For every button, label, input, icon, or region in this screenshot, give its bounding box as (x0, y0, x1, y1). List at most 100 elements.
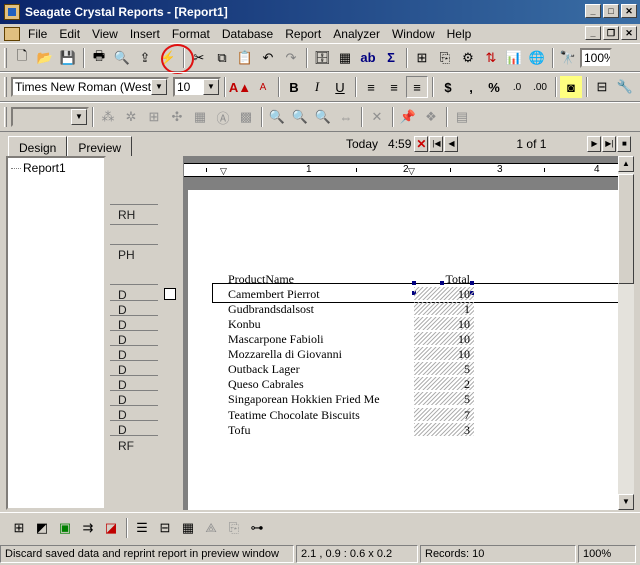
search-icon[interactable]: 🔭 (557, 47, 579, 69)
map-icon[interactable]: 🌐 (526, 47, 548, 69)
zoom-in-icon[interactable]: 🔍 (289, 106, 311, 128)
list-icon[interactable]: ☰ (131, 517, 153, 539)
product-name-cell[interactable]: Singaporean Hokkien Fried Me (228, 392, 408, 406)
new-icon[interactable]: 🗋 (11, 47, 33, 69)
align-right-icon[interactable]: ≡ (406, 76, 428, 98)
tab-preview[interactable]: Preview (67, 136, 133, 157)
menu-format[interactable]: Format (166, 27, 216, 41)
print-icon[interactable]: 🖶 (88, 47, 110, 69)
insert-line-icon[interactable]: ⇉ (77, 517, 99, 539)
chevron-down-icon[interactable]: ▼ (203, 79, 219, 95)
next-page-icon[interactable]: ▶ (587, 136, 602, 152)
tab-stop-icon[interactable]: ▽ (220, 166, 227, 177)
decrease-font-icon[interactable]: A (252, 76, 274, 98)
menu-database[interactable]: Database (216, 27, 279, 41)
maximize-button[interactable]: □ (603, 4, 619, 18)
doc-close-button[interactable]: ✕ (621, 26, 637, 40)
stop-icon[interactable]: ■ (617, 136, 632, 152)
redo-icon[interactable]: ↷ (280, 47, 302, 69)
database-icon[interactable]: 🗄 (311, 47, 333, 69)
sort-order-icon[interactable]: ⇅ (480, 47, 502, 69)
text-object-icon[interactable]: Ⓐ (212, 106, 234, 128)
italic-icon[interactable]: I (306, 76, 328, 98)
insert-text-icon[interactable]: ◩ (31, 517, 53, 539)
size-icon[interactable]: ⇔ (335, 106, 357, 128)
minimize-button[interactable]: _ (585, 4, 601, 18)
total-cell[interactable]: 10 (414, 332, 474, 346)
resize-handle[interactable] (412, 281, 416, 285)
chart-icon[interactable]: 📊 (503, 47, 525, 69)
product-name-cell[interactable]: Queso Cabrales (228, 377, 304, 391)
bold-icon[interactable]: B (283, 76, 305, 98)
scroll-thumb[interactable] (618, 174, 634, 284)
ole-object-icon[interactable]: ⎘ (223, 517, 245, 539)
grid-icon[interactable]: ⊞ (143, 106, 165, 128)
table-icon[interactable]: ▤ (451, 106, 473, 128)
menu-edit[interactable]: Edit (53, 27, 86, 41)
first-page-icon[interactable]: |◀ (429, 136, 444, 152)
zoom-icon[interactable]: 🔍 (266, 106, 288, 128)
section-rf[interactable]: RF (118, 439, 166, 453)
insert-group-icon[interactable]: ⊞ (411, 47, 433, 69)
snap-icon[interactable]: ✲ (120, 106, 142, 128)
chart-expert-icon[interactable]: ⟁ (200, 517, 222, 539)
doc-restore-button[interactable]: ❐ (603, 26, 619, 40)
chevron-down-icon[interactable]: ▼ (151, 79, 167, 95)
align-objects-icon[interactable]: ⁂ (97, 106, 119, 128)
resize-handle[interactable] (470, 281, 474, 285)
box-icon[interactable]: ▦ (189, 106, 211, 128)
object-combo[interactable]: ▼ (11, 107, 89, 127)
total-cell[interactable]: 10 (414, 317, 474, 331)
product-name-cell[interactable]: Teatime Chocolate Biscuits (228, 408, 360, 422)
close-button[interactable]: ✕ (621, 4, 637, 18)
align-center-icon[interactable]: ≡ (383, 76, 405, 98)
product-name-cell[interactable]: Konbu (228, 317, 261, 331)
paste-icon[interactable]: 📋 (234, 47, 256, 69)
section-ph[interactable]: PH (118, 248, 166, 262)
undo-icon[interactable]: ↶ (257, 47, 279, 69)
total-cell[interactable]: 10 (414, 347, 474, 361)
insert-summary-icon[interactable]: Σ (380, 47, 402, 69)
menu-report[interactable]: Report (279, 27, 327, 41)
product-name-cell[interactable]: Mascarpone Fabioli (228, 332, 324, 346)
font-size-combo[interactable]: 10 ▼ (173, 77, 221, 97)
product-name-cell[interactable]: Camembert Pierrot (228, 287, 320, 301)
menu-help[interactable]: Help (441, 27, 478, 41)
resize-handle[interactable] (440, 281, 444, 285)
close-icon[interactable]: ✕ (414, 136, 429, 152)
hierarchy-icon[interactable]: ⊶ (246, 517, 268, 539)
cross-tab-icon[interactable]: ⊟ (154, 517, 176, 539)
product-name-cell[interactable]: Tofu (228, 423, 251, 437)
menu-window[interactable]: Window (386, 27, 441, 41)
table-icon[interactable]: ▦ (177, 517, 199, 539)
document-icon[interactable] (4, 26, 20, 41)
decimal-add-icon[interactable]: .0 (506, 76, 528, 98)
insert-field-icon[interactable]: ▦ (334, 47, 356, 69)
highlight-icon[interactable]: ◙ (560, 76, 582, 98)
total-cell[interactable]: 5 (414, 362, 474, 376)
product-name-cell[interactable]: Gudbrandsdalsost (228, 302, 314, 316)
scroll-down-icon[interactable]: ▼ (618, 494, 634, 510)
insert-text-icon[interactable]: ab (357, 47, 379, 69)
layer-icon[interactable]: ❖ (420, 106, 442, 128)
menu-view[interactable]: View (86, 27, 124, 41)
export-icon[interactable]: ⇪ (134, 47, 156, 69)
total-cell[interactable]: 7 (414, 408, 474, 422)
decimal-remove-icon[interactable]: .00 (529, 76, 551, 98)
total-cell[interactable]: 2 (414, 377, 474, 391)
scroll-up-icon[interactable]: ▲ (618, 156, 634, 172)
font-name-combo[interactable]: Times New Roman (Western) ▼ (11, 77, 169, 97)
tree-node-report1[interactable]: Report1 (11, 161, 101, 175)
insert-picture-icon[interactable]: ▣ (54, 517, 76, 539)
percent-icon[interactable]: % (483, 76, 505, 98)
open-icon[interactable]: 📂 (34, 47, 56, 69)
underline-icon[interactable]: U (329, 76, 351, 98)
pin-icon[interactable]: 📌 (397, 106, 419, 128)
insert-box-icon[interactable]: ◪ (100, 517, 122, 539)
insert-subreport-icon[interactable]: ⎘ (434, 47, 456, 69)
total-cell[interactable]: 3 (414, 423, 474, 437)
print-preview-icon[interactable]: 🔍 (111, 47, 133, 69)
last-page-icon[interactable]: ▶| (602, 136, 617, 152)
tools-icon[interactable]: 🔧 (614, 76, 636, 98)
prev-page-icon[interactable]: ◀ (444, 136, 459, 152)
